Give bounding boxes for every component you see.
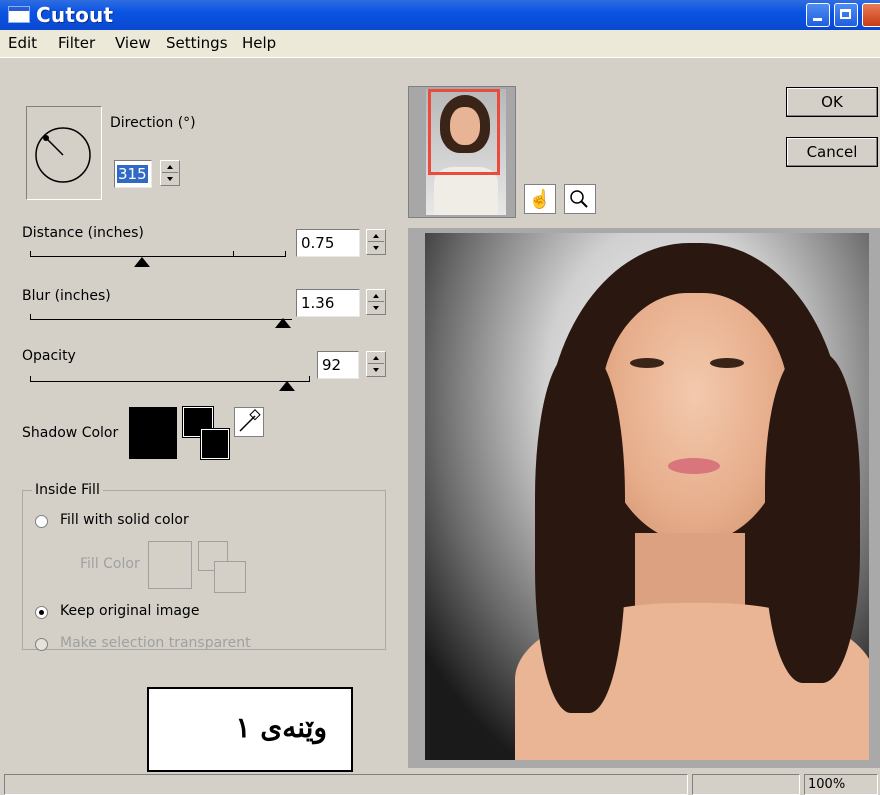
direction-value: 315 [117, 165, 148, 183]
caption-box: وێنەی ١ [147, 687, 353, 772]
keep-original-radio[interactable] [35, 606, 48, 619]
opacity-slider-thumb[interactable] [279, 381, 295, 391]
direction-input[interactable]: 315 [114, 160, 152, 188]
distance-label: Distance (inches) [22, 225, 144, 241]
status-bar: 100% [0, 772, 880, 795]
fill-color-label: Fill Color [80, 556, 140, 572]
title-bar: Cutout [0, 0, 880, 30]
status-pane-main [4, 774, 688, 795]
status-zoom: 100% [804, 774, 878, 795]
menu-edit[interactable]: Edit [8, 34, 37, 52]
fill-solid-radio[interactable] [35, 515, 48, 528]
thumbnail-navigator[interactable] [408, 86, 516, 218]
inside-fill-legend: Inside Fill [32, 482, 103, 498]
direction-spinner[interactable] [160, 160, 180, 186]
minimize-button[interactable] [806, 3, 830, 27]
maximize-button[interactable] [834, 3, 858, 27]
blur-spinner[interactable] [366, 289, 386, 315]
fill-color-swatch [148, 541, 192, 589]
dial-icon [35, 127, 91, 183]
opacity-slider-track[interactable] [30, 381, 310, 382]
shadow-color-swatch[interactable] [129, 407, 177, 459]
window-icon [8, 6, 30, 23]
direction-dial[interactable] [26, 106, 102, 200]
caption-text: وێنەی ١ [235, 711, 328, 744]
make-transparent-radio [35, 638, 48, 651]
zoom-tool-button[interactable] [564, 184, 596, 214]
cancel-button[interactable]: Cancel [786, 137, 878, 167]
preview-area[interactable] [408, 228, 880, 768]
pan-tool-button[interactable]: ☝ [524, 184, 556, 214]
status-pane-info [692, 774, 800, 795]
make-transparent-label: Make selection transparent [60, 635, 251, 651]
color-swap-button[interactable] [182, 406, 230, 460]
menu-settings[interactable]: Settings [166, 34, 228, 52]
distance-input[interactable]: 0.75 [296, 229, 360, 257]
blur-input[interactable]: 1.36 [296, 289, 360, 317]
hand-icon: ☝ [528, 189, 552, 209]
menu-filter[interactable]: Filter [58, 34, 95, 52]
eyedropper-icon [239, 409, 261, 432]
opacity-spinner[interactable] [366, 351, 386, 377]
fill-solid-label[interactable]: Fill with solid color [60, 512, 189, 528]
shadow-color-label: Shadow Color [22, 425, 119, 441]
blur-label: Blur (inches) [22, 288, 111, 304]
eyedropper-button[interactable] [234, 407, 264, 437]
direction-label: Direction (°) [110, 115, 196, 131]
menu-view[interactable]: View [115, 34, 151, 52]
menu-bar: Edit Filter View Settings Help [0, 30, 880, 58]
magnifier-icon [570, 190, 588, 208]
blur-slider-thumb[interactable] [275, 318, 291, 328]
fill-color-swap [198, 541, 246, 595]
opacity-input[interactable]: 92 [317, 351, 359, 379]
distance-slider-thumb[interactable] [134, 257, 150, 267]
thumbnail-viewport[interactable] [428, 89, 500, 175]
ok-button[interactable]: OK [786, 87, 878, 117]
keep-original-label[interactable]: Keep original image [60, 603, 199, 619]
opacity-label: Opacity [22, 348, 76, 364]
blur-slider-track[interactable] [30, 319, 292, 320]
menu-help[interactable]: Help [242, 34, 276, 52]
window-title: Cutout [36, 3, 114, 27]
close-button[interactable] [862, 3, 880, 27]
distance-spinner[interactable] [366, 229, 386, 255]
preview-image [425, 233, 869, 760]
distance-slider-track[interactable] [30, 256, 286, 257]
